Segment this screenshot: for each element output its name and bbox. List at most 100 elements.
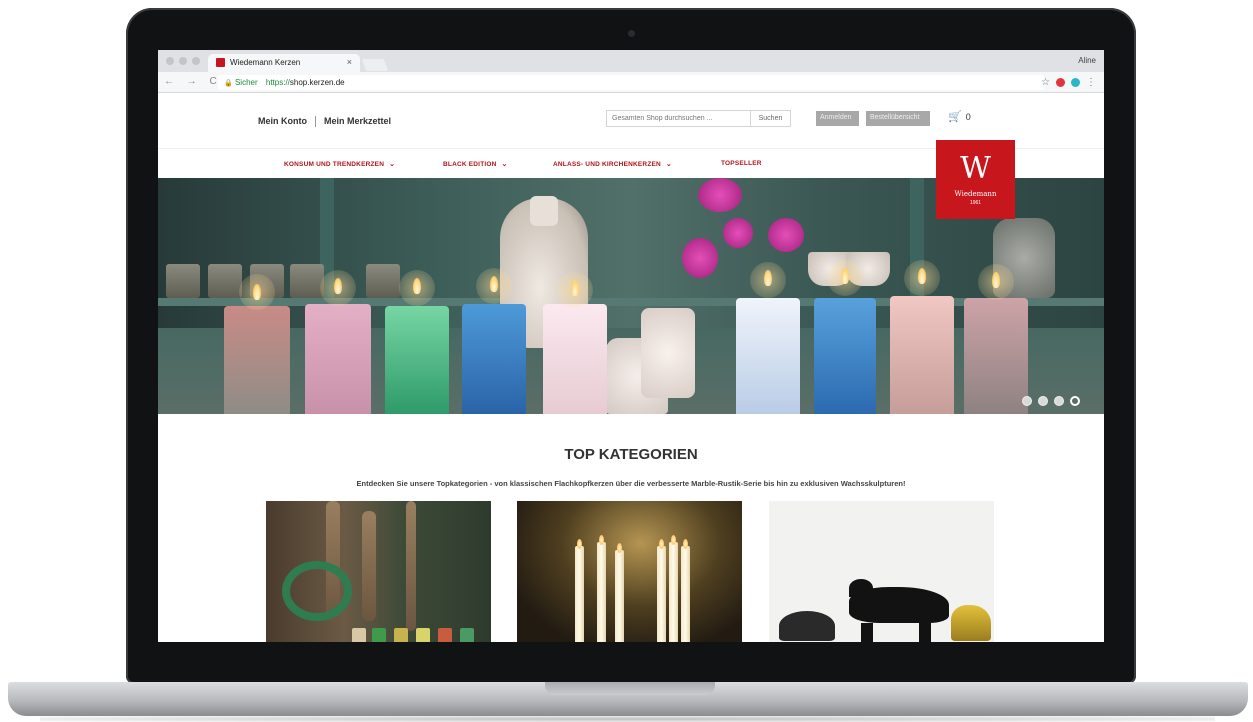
tall-candle-image: [575, 546, 584, 642]
flame-icon: [683, 539, 688, 549]
rhino-leg-image: [861, 623, 873, 642]
orchid-flower-image: [723, 218, 753, 248]
url-host: shop.kerzen.de: [289, 78, 345, 87]
my-account-link[interactable]: Mein Konto: [258, 116, 307, 126]
small-candle-image: [438, 628, 452, 642]
flame-icon: [992, 272, 1000, 288]
gold-sculpture-image: [951, 605, 991, 641]
small-candle-image: [416, 628, 430, 642]
order-overview-button[interactable]: Bestellübersicht: [866, 111, 930, 126]
close-window-dot[interactable]: [166, 57, 174, 65]
slider-dot-2[interactable]: [1038, 396, 1048, 406]
minimize-window-dot[interactable]: [179, 57, 187, 65]
small-candle-image: [372, 628, 386, 642]
account-links: Mein Konto Mein Merkzettel: [258, 116, 391, 128]
laptop-screen: Wiedemann Kerzen × Aline ← → C 🔒 Sicher …: [158, 50, 1104, 642]
nav-item-topseller[interactable]: TOPSELLER: [721, 160, 762, 167]
flame-icon: [253, 284, 261, 300]
secure-label: Sicher: [234, 78, 258, 87]
link-separator: [315, 116, 316, 128]
wreath-image: [282, 561, 352, 621]
new-tab-button[interactable]: [361, 59, 389, 71]
slider-pagination: [1022, 396, 1080, 406]
nav-label: BLACK EDITION: [443, 161, 497, 168]
wishlist-link[interactable]: Mein Merkzettel: [324, 116, 391, 126]
flame-icon: [571, 280, 579, 296]
section-subtitle: Entdecken Sie unsere Topkategorien - von…: [356, 479, 906, 488]
orchid-flower-image: [768, 218, 804, 252]
small-candle-image: [352, 628, 366, 642]
tall-candle-image: [669, 542, 678, 642]
window-controls[interactable]: [166, 57, 200, 65]
url-field[interactable]: 🔒 Sicher https://shop.kerzen.de: [218, 75, 1044, 90]
login-button[interactable]: Anmelden: [816, 111, 859, 126]
browser-menu-icon[interactable]: ⋮: [1086, 77, 1096, 88]
top-categories-section: TOP KATEGORIEN Entdecken Sie unsere Topk…: [158, 414, 1104, 642]
flame-icon: [617, 543, 622, 553]
category-tile-church-candles[interactable]: [517, 501, 742, 642]
url-protocol: https://: [265, 78, 290, 87]
maximize-window-dot[interactable]: [192, 57, 200, 65]
slider-dot-1[interactable]: [1022, 396, 1032, 406]
category-tile-wax-sculptures[interactable]: [769, 501, 994, 642]
cart-button[interactable]: 🛒 0: [948, 110, 971, 123]
search-button[interactable]: Suchen: [751, 110, 791, 127]
favicon-icon: [216, 58, 225, 67]
flame-icon: [918, 268, 926, 284]
tab-title: Wiedemann Kerzen: [230, 58, 301, 67]
flame-icon: [490, 276, 498, 292]
nav-item-black-edition[interactable]: BLACK EDITION ⌄: [443, 160, 508, 168]
cart-icon: 🛒: [948, 111, 962, 123]
slider-dot-3[interactable]: [1054, 396, 1064, 406]
orchid-flower-image: [682, 238, 718, 278]
rhino-leg-image: [919, 623, 931, 642]
rhino-horn-image: [849, 579, 873, 597]
close-tab-icon[interactable]: ×: [347, 57, 352, 67]
category-tile-christmas[interactable]: [266, 501, 491, 642]
candle-image: [543, 304, 607, 414]
branch-image: [406, 501, 416, 631]
browser-tab[interactable]: Wiedemann Kerzen ×: [208, 54, 360, 72]
extension-red-icon[interactable]: [1056, 78, 1065, 87]
logo-year: 1961: [969, 200, 982, 206]
slider-dot-4-active[interactable]: [1070, 396, 1080, 406]
bookmark-star-icon[interactable]: ☆: [1041, 77, 1050, 88]
jar-image: [366, 264, 400, 298]
flame-icon: [671, 535, 676, 545]
camera-dot: [628, 30, 635, 37]
nav-label: ANLASS- UND KIRCHENKERZEN: [553, 161, 661, 168]
candle-image: [814, 298, 876, 414]
extension-icons: ☆ ⋮: [1041, 77, 1096, 88]
porcelain-jar-image: [641, 308, 695, 398]
nav-label: KONSUM UND TRENDKERZEN: [284, 161, 385, 168]
lock-icon: 🔒: [224, 80, 233, 87]
jar-image: [166, 264, 200, 298]
browser-nav-buttons[interactable]: ← → C: [164, 76, 222, 87]
chevron-down-icon: ⌄: [665, 161, 672, 168]
nav-item-konsum[interactable]: KONSUM UND TRENDKERZEN ⌄: [284, 160, 395, 168]
small-rhino-image: [779, 611, 835, 641]
candle-image: [890, 296, 954, 414]
nav-item-anlass[interactable]: ANLASS- UND KIRCHENKERZEN ⌄: [553, 160, 672, 168]
tall-candle-image: [615, 550, 624, 642]
browser-user-label[interactable]: Aline: [1078, 56, 1096, 65]
small-candle-image: [394, 628, 408, 642]
flame-icon: [764, 270, 772, 286]
search-input[interactable]: [606, 110, 751, 127]
candle-image: [964, 298, 1028, 414]
branch-image: [362, 511, 376, 621]
jar-image: [290, 264, 324, 298]
flame-icon: [599, 535, 604, 545]
flame-icon: [334, 278, 342, 294]
laptop-notch: [545, 682, 715, 695]
chevron-down-icon: ⌄: [389, 161, 396, 168]
laptop-shadow: [40, 716, 1215, 722]
extension-teal-icon[interactable]: [1071, 78, 1080, 87]
flame-icon: [577, 539, 582, 549]
logo-name: Wiedemann: [954, 190, 997, 198]
flame-icon: [841, 268, 849, 284]
candle-image: [462, 304, 526, 414]
wiedemann-logo[interactable]: W Wiedemann 1961: [936, 140, 1015, 219]
flame-icon: [413, 278, 421, 294]
logo-letter: W: [960, 151, 991, 186]
